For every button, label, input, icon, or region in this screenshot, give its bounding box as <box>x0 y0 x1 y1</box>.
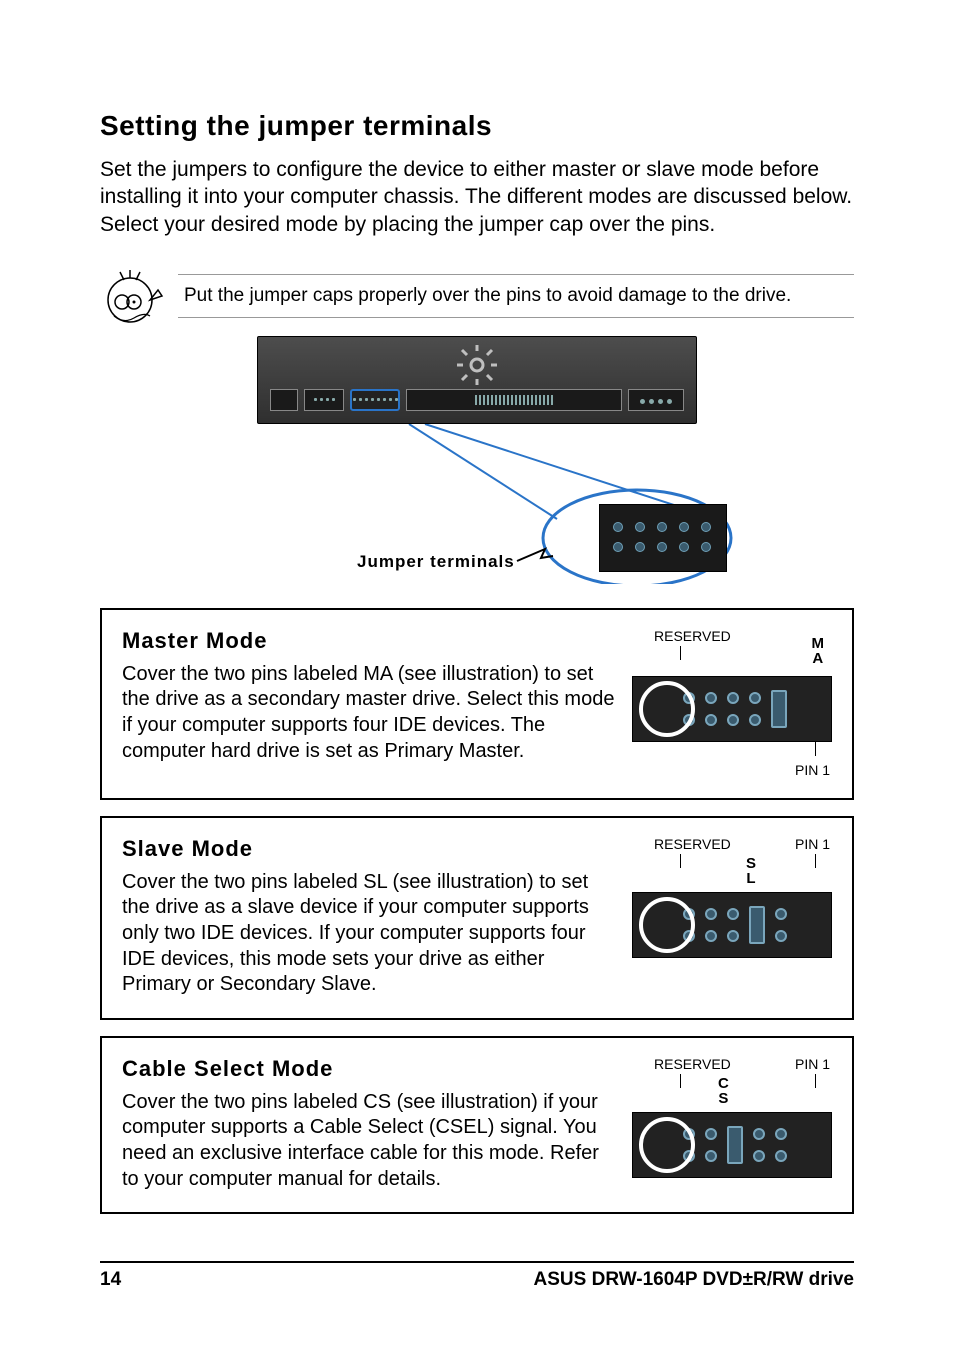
cable-mode-heading: Cable Select Mode <box>122 1056 616 1082</box>
cable-mode-diagram: RESERVED PIN 1 C S <box>632 1056 832 1184</box>
page-number: 14 <box>100 1269 121 1291</box>
intro-paragraph: Set the jumpers to configure the device … <box>100 156 854 238</box>
slave-mode-body: Cover the two pins labeled SL (see illus… <box>122 870 616 998</box>
section-heading: Setting the jumper terminals <box>100 110 854 142</box>
jumper-zoom-panel <box>599 504 727 572</box>
cable-col-l2: S <box>718 1091 729 1106</box>
master-mode-heading: Master Mode <box>122 628 616 654</box>
document-page: Setting the jumper terminals Set the jum… <box>0 0 954 1351</box>
reserved-label: RESERVED <box>654 628 731 644</box>
pin1-label: PIN 1 <box>795 762 830 778</box>
note-row: Put the jumper caps properly over the pi… <box>100 266 854 326</box>
jumper-callout: Jumper terminals <box>197 424 757 584</box>
jumper-port <box>350 389 400 411</box>
slave-mode-diagram: RESERVED PIN 1 S L <box>632 836 832 964</box>
master-mode-box: Master Mode Cover the two pins labeled M… <box>100 608 854 800</box>
master-mode-body: Cover the two pins labeled MA (see illus… <box>122 662 616 764</box>
footer-title: ASUS DRW-1604P DVD±R/RW drive <box>534 1269 854 1291</box>
master-col-l1: M <box>812 636 825 651</box>
jumper-cap <box>749 906 765 944</box>
jumper-cap <box>771 690 787 728</box>
drive-rear-figure: Jumper terminals <box>100 336 854 584</box>
drive-rear-panel <box>257 336 697 424</box>
port-row <box>270 387 684 413</box>
master-col-l2: A <box>812 651 825 666</box>
reserved-label: RESERVED <box>654 836 731 852</box>
slave-col-l2: L <box>746 871 756 886</box>
slave-col-l1: S <box>746 856 756 871</box>
cable-col-l1: C <box>718 1076 729 1091</box>
power-port <box>628 389 684 411</box>
audio-port <box>304 389 344 411</box>
port-small <box>270 389 298 411</box>
note-text: Put the jumper caps properly over the pi… <box>178 274 854 318</box>
slave-mode-box: Slave Mode Cover the two pins labeled SL… <box>100 816 854 1020</box>
fan-icon <box>454 345 500 385</box>
pin1-label: PIN 1 <box>795 836 830 852</box>
master-mode-diagram: RESERVED M A PIN 1 <box>632 628 832 778</box>
note-icon <box>100 266 164 326</box>
slave-mode-heading: Slave Mode <box>122 836 616 862</box>
ide-port <box>406 389 622 411</box>
jumper-cap <box>727 1126 743 1164</box>
pin1-label: PIN 1 <box>795 1056 830 1072</box>
cable-mode-body: Cover the two pins labeled CS (see illus… <box>122 1090 616 1192</box>
cable-select-mode-box: Cable Select Mode Cover the two pins lab… <box>100 1036 854 1214</box>
reserved-label: RESERVED <box>654 1056 731 1072</box>
jumper-callout-label: Jumper terminals <box>357 552 515 572</box>
page-footer: 14 ASUS DRW-1604P DVD±R/RW drive <box>100 1261 854 1291</box>
